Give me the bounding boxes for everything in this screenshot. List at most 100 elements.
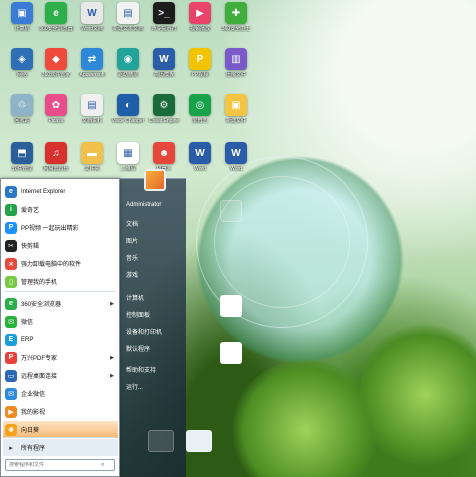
start-menu-link[interactable]: 默认程序 — [126, 343, 184, 357]
start-menu-item-label: 远程桌面连接 — [21, 374, 58, 380]
browser-icon: e — [45, 2, 67, 24]
engine-icon: ⚙ — [153, 94, 175, 116]
start-menu-item[interactable]: ✺ 向日葵 — [3, 421, 118, 438]
desktop-icon-label: 压缩文件 — [225, 72, 246, 78]
start-menu-item[interactable]: i 爱奇艺 — [3, 201, 118, 218]
desktop-icon-label: 驱动精灵 — [117, 72, 138, 78]
start-menu-link[interactable]: 控制面板 — [126, 309, 184, 323]
start-menu-link[interactable]: 游戏 — [126, 269, 184, 283]
desktop-icon-label: 命令提示符 — [151, 26, 177, 32]
desktop-icon[interactable]: W 简历模板 — [144, 48, 184, 92]
folder-icon: ▣ — [225, 94, 247, 116]
robot-icon: ☻ — [153, 142, 175, 164]
start-menu-item-label: PP视频 一起玩出精彩 — [21, 226, 79, 232]
start-menu-link[interactable]: 文档 — [126, 218, 184, 232]
computer-icon: ▣ — [11, 2, 33, 24]
start-menu-item[interactable]: ▯ 管理我的手机 — [3, 273, 118, 290]
all-programs-button[interactable]: ▸ 所有程序 — [3, 439, 118, 456]
desktop-icon[interactable]: ✿ Picasa — [36, 94, 76, 138]
browser-icon: e — [5, 297, 17, 310]
desktop-icon[interactable]: ✚ 360安全卫士 — [216, 2, 256, 46]
music-icon: ♫ — [45, 142, 67, 164]
start-menu-item[interactable]: P PP视频 一起玩出精彩 — [3, 219, 118, 236]
uninstall-icon: ⨯ — [5, 257, 17, 270]
window-thumbnail-5 — [220, 342, 242, 364]
app-store-icon: ◆ — [45, 48, 67, 70]
desktop-icon[interactable]: ▤ 文档资料 — [72, 94, 112, 138]
desktop-icon[interactable]: ◆ 360软件管家 — [36, 48, 76, 92]
start-menu-link[interactable]: 运行... — [126, 381, 184, 395]
network-icon: ◈ — [11, 48, 33, 70]
desktop-icon-label: PP视频 — [191, 72, 209, 78]
desktop-icon[interactable]: ⚙ Cheat Engine — [144, 94, 184, 138]
start-menu-separator — [5, 437, 115, 438]
start-menu-link[interactable]: 音乐 — [126, 252, 184, 266]
desktop-icon-label: 文档资料 — [81, 118, 102, 124]
start-menu-link[interactable]: 计算机 — [126, 292, 184, 306]
desktop-icon[interactable]: ⇄ Apowersoft — [72, 48, 112, 92]
window-thumbnail-3 — [220, 200, 242, 222]
start-menu-item[interactable]: e Internet Explorer — [3, 183, 118, 200]
search-input[interactable] — [9, 462, 101, 468]
desktop-icon[interactable]: e 360安全浏览器 — [36, 2, 76, 46]
start-menu-item[interactable]: P 万兴PDF专家 ▶ — [3, 349, 118, 366]
desktop-icon-label: Word — [194, 166, 206, 172]
start-menu-link[interactable]: 设备和打印机 — [126, 326, 184, 340]
wecom-icon: ✉ — [5, 387, 17, 400]
desktop-icon-label: 360安全卫士 — [221, 26, 251, 32]
desktop-icon[interactable]: P PP视频 — [180, 48, 220, 92]
word-icon-2: W — [189, 142, 211, 164]
start-menu-item-label: 向日葵 — [21, 428, 40, 434]
desktop-icon[interactable]: ◐ Voice Changer — [108, 94, 148, 138]
start-menu-item[interactable]: E ERP — [3, 331, 118, 348]
desktop-icon[interactable]: ◉ 驱动精灵 — [108, 48, 148, 92]
desktop-icon-label: 新建文件 — [225, 118, 246, 124]
desktop-icon-label: 网易云音乐 — [43, 166, 69, 172]
word-icon: W — [153, 48, 175, 70]
desktop-icon[interactable]: W Word文档 — [72, 2, 112, 46]
document-icon: W — [81, 2, 103, 24]
start-menu-item[interactable]: ⨯ 强力卸载电脑中的软件 — [3, 255, 118, 272]
user-name-link[interactable]: Administrator — [126, 198, 184, 212]
desktop-icon[interactable]: ▶ 视频播放 — [180, 2, 220, 46]
start-menu-item[interactable]: ✉ 企业微信 — [3, 385, 118, 402]
start-menu-item-label: 爱奇艺 — [21, 208, 40, 214]
window-thumbnail-2 — [186, 430, 212, 452]
start-menu-item-label: 强力卸载电脑中的软件 — [21, 262, 82, 268]
folder-icon-2: ▬ — [81, 142, 103, 164]
start-menu-item-label: 企业微信 — [21, 392, 46, 398]
pp-video-icon: P — [189, 48, 211, 70]
desktop-icon-label: 360安全浏览器 — [39, 26, 73, 32]
user-avatar[interactable] — [144, 169, 166, 191]
start-menu-item[interactable]: e 360安全浏览器 ▶ — [3, 295, 118, 312]
start-search-box[interactable]: ⌕ — [5, 459, 115, 471]
start-menu-item-label: 360安全浏览器 — [21, 302, 62, 308]
start-menu-link[interactable]: 帮助和支持 — [126, 364, 184, 378]
software-icon: ⬒ — [11, 142, 33, 164]
desktop-icon-label: Word文档 — [81, 26, 103, 32]
desktop-icon[interactable]: ▣ 新建文件 — [216, 94, 256, 138]
desktop-icon-label: Apowersoft — [79, 72, 105, 78]
start-menu-item[interactable]: ✂ 快剪辑 — [3, 237, 118, 254]
desktop-icon[interactable]: W Word — [216, 142, 256, 186]
start-menu-item-label: 万兴PDF专家 — [21, 356, 58, 362]
desktop-icon[interactable]: ▤ 新建文本文档 — [108, 2, 148, 46]
desktop-icon-label: Picasa — [48, 118, 64, 124]
search-icon[interactable]: ⌕ — [101, 462, 104, 469]
start-menu-item[interactable]: ✉ 微信 — [3, 313, 118, 330]
desktop-icon-label: Voice Changer — [111, 118, 145, 124]
arrow-right-icon: ▸ — [9, 444, 13, 452]
phone-icon: ▯ — [5, 275, 17, 288]
player-icon: ◎ — [189, 94, 211, 116]
desktop-icon-label: 二维码 — [120, 166, 136, 172]
desktop-icon[interactable]: ▥ 压缩文件 — [216, 48, 256, 92]
start-menu-item[interactable]: ▭ 远程桌面连接 ▶ — [3, 367, 118, 384]
desktop-icon[interactable]: >_ 命令提示符 — [144, 2, 184, 46]
desktop-icon-label: Word — [230, 166, 242, 172]
desktop-icon[interactable]: W Word — [180, 142, 220, 186]
desktop-icon[interactable]: ◎ 爱奇艺 — [180, 94, 220, 138]
start-menu-item[interactable]: ▶ 我的影视 — [3, 403, 118, 420]
pdf-icon: P — [5, 351, 17, 364]
start-menu-link[interactable]: 图片 — [126, 235, 184, 249]
terminal-icon: >_ — [153, 2, 175, 24]
